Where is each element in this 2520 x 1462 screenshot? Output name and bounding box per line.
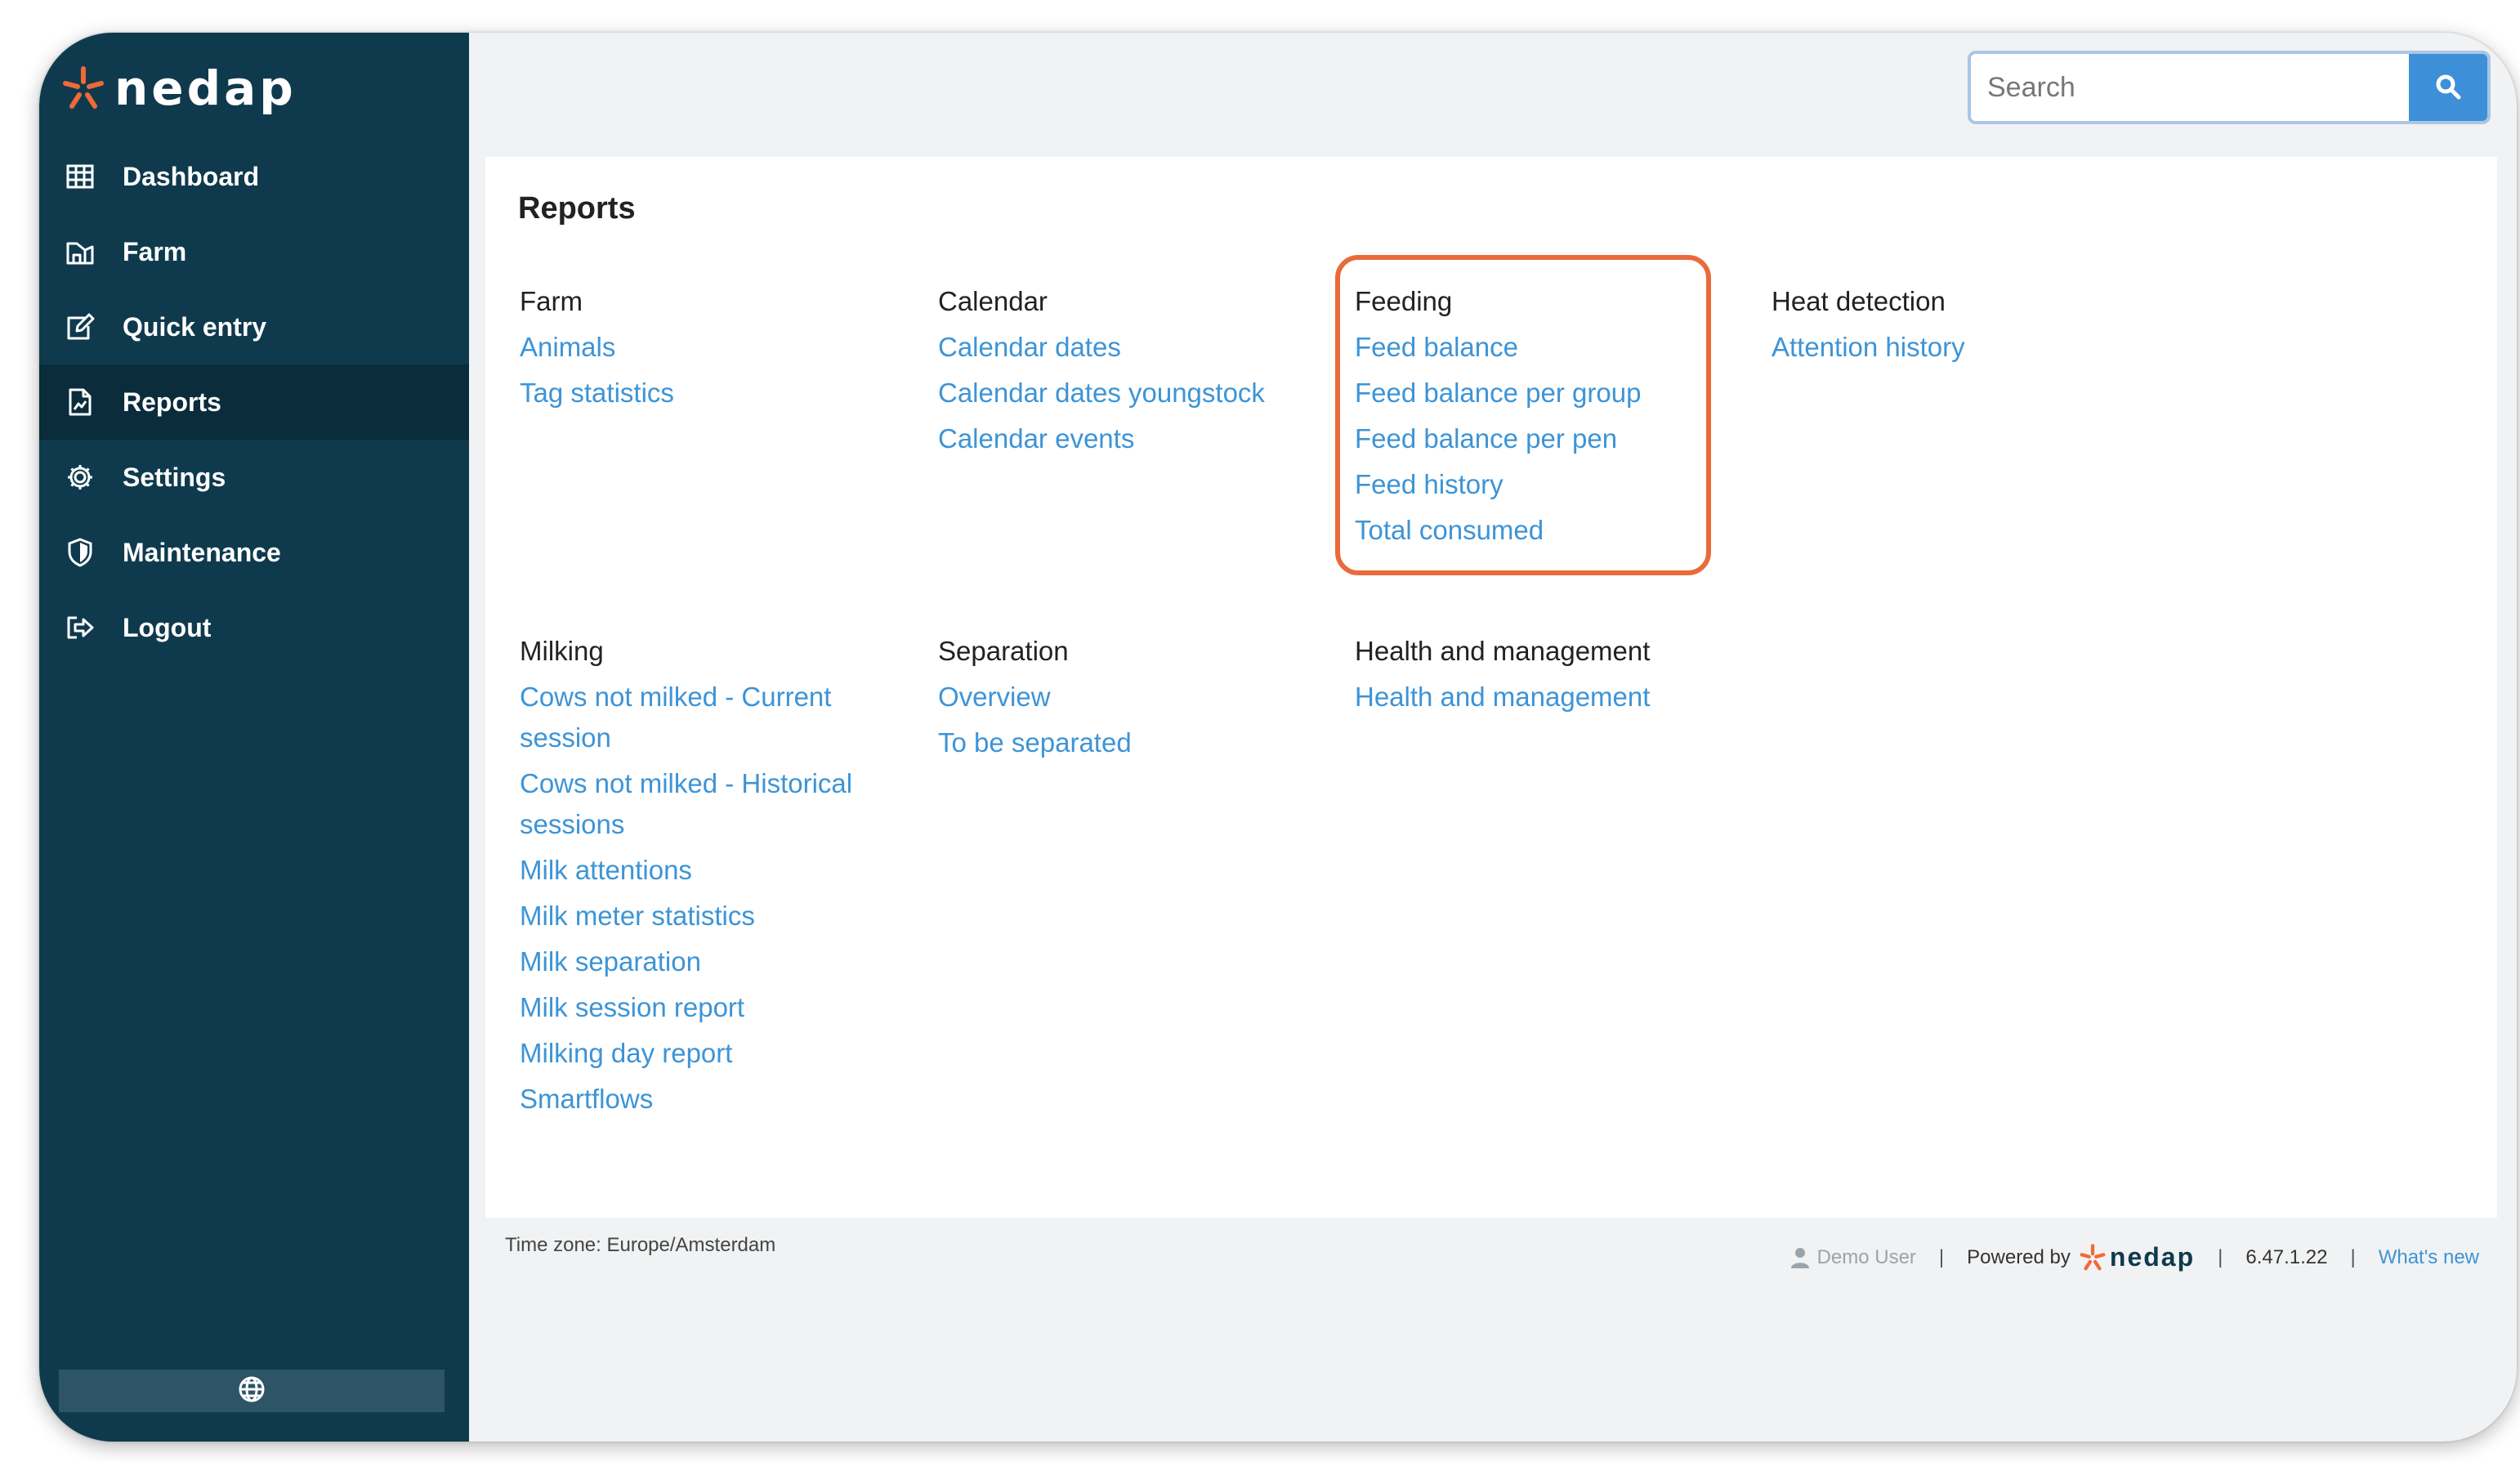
report-group-separation: Separation Overview To be separated (938, 631, 1347, 763)
sidebar-item-farm[interactable]: Farm (39, 214, 469, 289)
report-link[interactable]: Cows not milked - Historical sessions (520, 763, 879, 845)
user-icon (1790, 1247, 1809, 1268)
report-link[interactable]: Cows not milked - Current session (520, 677, 879, 758)
whats-new-link[interactable]: What's new (2379, 1246, 2479, 1269)
sidebar-item-dashboard[interactable]: Dashboard (39, 139, 469, 214)
feeding-highlight-box (1335, 255, 1711, 575)
report-link[interactable]: Animals (520, 327, 928, 368)
gear-icon (64, 461, 96, 494)
report-link[interactable]: Tag statistics (520, 373, 928, 414)
footer-brand-name: nedap (2109, 1242, 2196, 1272)
report-group-farm: Farm Animals Tag statistics (520, 281, 928, 414)
star-logo-icon (2080, 1243, 2106, 1270)
report-link[interactable]: Health and management (1355, 677, 1763, 718)
report-group-milking: Milking Cows not milked - Current sessio… (520, 631, 928, 1120)
powered-by: Powered by nedap (1967, 1242, 2195, 1272)
report-link[interactable]: Milk session report (520, 987, 928, 1028)
search-input[interactable] (1971, 54, 2409, 121)
footer-separator: | (2218, 1245, 2223, 1268)
report-link[interactable]: Milking day report (520, 1033, 928, 1074)
report-group-calendar: Calendar Calendar dates Calendar dates y… (938, 281, 1347, 459)
sidebar-item-logout[interactable]: Logout (39, 590, 469, 665)
globe-icon (238, 1375, 266, 1406)
search-icon (2434, 73, 2462, 103)
nedap-footer-logo: nedap (2079, 1242, 2195, 1272)
grid-icon (64, 160, 96, 193)
sidebar-item-maintenance[interactable]: Maintenance (39, 515, 469, 590)
sidebar-nav: Dashboard Farm Quick entry Reports Setti… (39, 139, 469, 665)
sidebar-item-label: Farm (123, 236, 187, 266)
powered-by-label: Powered by (1967, 1245, 2071, 1268)
group-heading: Separation (938, 636, 1069, 666)
report-link[interactable]: Milk meter statistics (520, 896, 928, 937)
group-heading: Farm (520, 286, 583, 316)
farm-icon (64, 235, 96, 268)
sidebar-item-label: Dashboard (123, 161, 260, 191)
report-link[interactable]: To be separated (938, 722, 1347, 763)
report-icon (64, 386, 96, 418)
page-title: Reports (518, 191, 636, 226)
sidebar-item-label: Settings (123, 462, 226, 492)
footer-separator: | (2350, 1245, 2356, 1268)
report-group-health-and-management: Health and management Health and managem… (1355, 631, 1763, 718)
search-button[interactable] (2409, 54, 2487, 121)
report-link[interactable]: Calendar events (938, 418, 1347, 459)
app-window: nedap Dashboard Farm Quick entry Reports… (39, 33, 2517, 1442)
footer-separator: | (1938, 1245, 1945, 1268)
footer-info: Demo User | Powered by nedap | 6.47.1.22 (1790, 1242, 2479, 1272)
report-link[interactable]: Overview (938, 677, 1347, 718)
report-link[interactable]: Milk separation (520, 941, 928, 982)
shield-icon (64, 536, 96, 569)
group-heading: Heat detection (1772, 286, 1946, 316)
current-user[interactable]: Demo User (1790, 1245, 1916, 1269)
user-name: Demo User (1816, 1245, 1916, 1268)
report-link[interactable]: Calendar dates (938, 327, 1347, 368)
report-link[interactable]: Attention history (1772, 327, 2180, 368)
group-heading: Calendar (938, 286, 1048, 316)
sidebar-item-settings[interactable]: Settings (39, 440, 469, 515)
star-logo-icon (63, 66, 104, 109)
brand-name: nedap (114, 60, 297, 116)
sidebar-item-quick-entry[interactable]: Quick entry (39, 289, 469, 364)
report-group-heat-detection: Heat detection Attention history (1772, 281, 2180, 368)
sidebar: nedap Dashboard Farm Quick entry Reports… (39, 33, 469, 1442)
language-selector[interactable] (59, 1370, 445, 1412)
report-link[interactable]: Calendar dates youngstock (938, 373, 1347, 414)
edit-icon (64, 311, 96, 343)
group-heading: Health and management (1355, 636, 1651, 666)
version-label: 6.47.1.22 (2245, 1245, 2328, 1268)
search-bar (1968, 51, 2491, 124)
timezone-label: Time zone: Europe/Amsterdam (505, 1234, 776, 1256)
sidebar-item-label: Maintenance (123, 537, 281, 567)
report-link[interactable]: Milk attentions (520, 850, 928, 891)
group-heading: Milking (520, 636, 604, 666)
sidebar-item-label: Quick entry (123, 311, 267, 342)
sidebar-item-reports[interactable]: Reports (39, 364, 469, 440)
nedap-logo[interactable]: nedap (60, 56, 297, 121)
sidebar-item-label: Reports (123, 387, 221, 417)
logout-icon (64, 611, 96, 644)
sidebar-item-label: Logout (123, 612, 212, 642)
report-link[interactable]: Smartflows (520, 1079, 928, 1120)
